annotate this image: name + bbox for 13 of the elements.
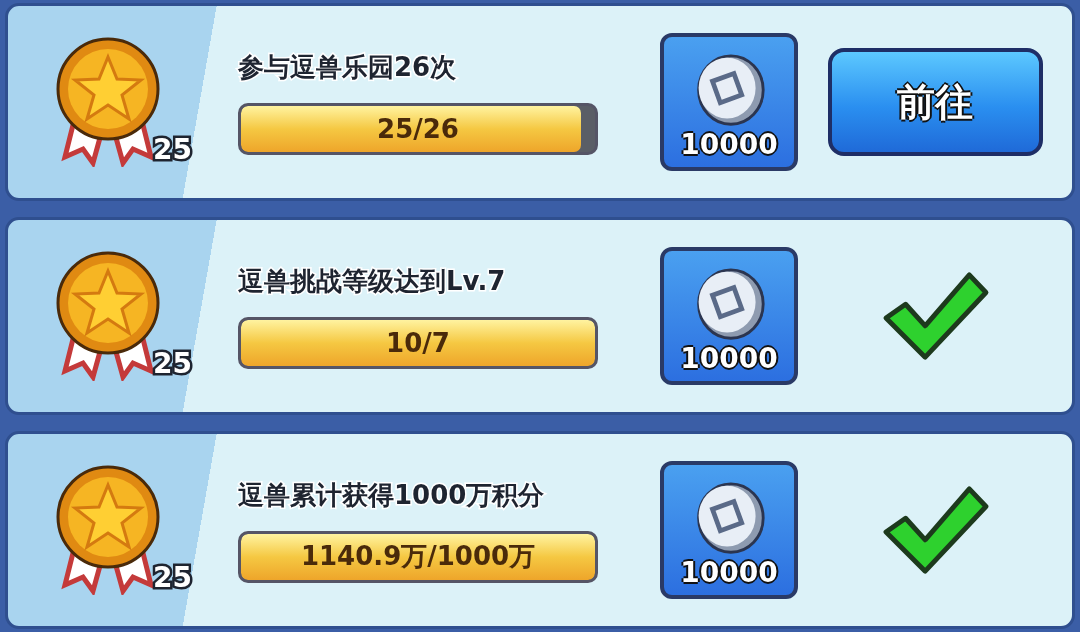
task-title: 逗兽累计获得1000万积分 xyxy=(238,478,546,512)
task-title: 参与逗兽乐园26次 xyxy=(238,50,458,84)
reward-amount: 10000 xyxy=(680,342,778,375)
progress-text: 25/26 xyxy=(377,113,459,144)
medal-count: 25 xyxy=(153,561,192,594)
reward-amount: 10000 xyxy=(680,556,778,589)
task-title: 逗兽挑战等级达到Lv.7 xyxy=(238,264,507,298)
progress-text: 1140.9万/1000万 xyxy=(300,540,536,573)
progress-text: 10/7 xyxy=(386,327,450,358)
medal-count: 25 xyxy=(153,347,192,380)
go-button[interactable]: 前往 xyxy=(827,48,1043,156)
medal-count: 25 xyxy=(153,133,192,166)
reward-amount: 10000 xyxy=(680,128,778,161)
